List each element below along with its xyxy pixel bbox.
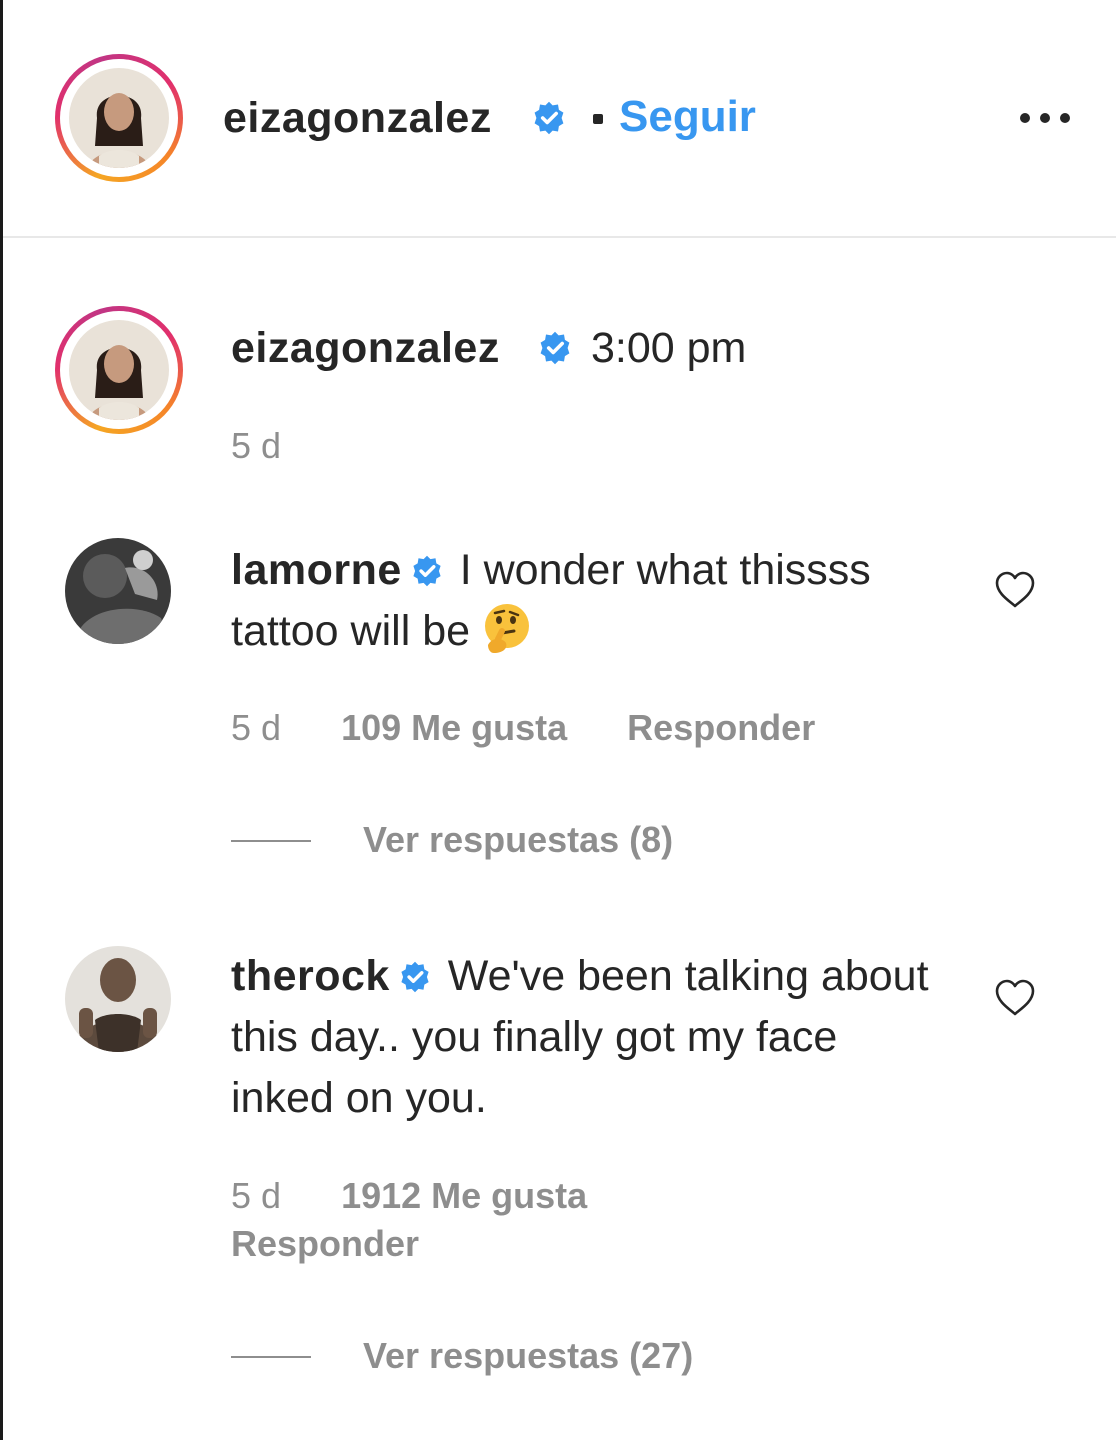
instagram-comments-panel: eizagonzalez Seguir eizagonzalez 3:00 pm… [0, 0, 1116, 1440]
replies-divider-line [231, 1356, 311, 1358]
commenter-avatar[interactable] [65, 538, 171, 644]
like-heart-icon[interactable] [993, 978, 1037, 1018]
replies-divider-line [231, 840, 311, 842]
thinking-face-emoji-icon [485, 604, 530, 653]
comment-username[interactable]: lamorne [231, 546, 402, 594]
commenter-avatar[interactable] [65, 946, 171, 1052]
like-heart-icon[interactable] [993, 570, 1037, 610]
caption-text: 3:00 pm [591, 324, 747, 372]
post-header: eizagonzalez Seguir [3, 0, 1116, 238]
comment-content: therock We've been talking about this da… [231, 946, 931, 1129]
verified-badge-icon [413, 555, 441, 587]
separator-dot [593, 114, 603, 124]
comment-meta: 5 d 1912 Me gusta [231, 1174, 587, 1218]
comment-content: lamorne I wonder what thissss tattoo wil… [231, 540, 931, 662]
verified-badge-icon [534, 101, 564, 135]
comment-timestamp[interactable]: 5 d [231, 707, 281, 748]
verified-badge-icon [540, 331, 570, 365]
comment-likes-count[interactable]: 109 Me gusta [341, 707, 567, 748]
view-replies-label[interactable]: Ver respuestas (8) [363, 818, 673, 862]
author-avatar-image [69, 68, 169, 168]
reply-button[interactable]: Responder [627, 707, 815, 748]
view-replies-label[interactable]: Ver respuestas (27) [363, 1334, 693, 1378]
comment-meta: 5 d 109 Me gusta Responder [231, 706, 815, 750]
follow-button[interactable]: Seguir [619, 90, 756, 144]
comment-likes-count[interactable]: 1912 Me gusta [341, 1175, 587, 1216]
comment-timestamp[interactable]: 5 d [231, 1175, 281, 1216]
author-avatar[interactable] [55, 54, 183, 182]
more-options-icon[interactable] [1015, 108, 1075, 128]
header-username[interactable]: eizagonzalez [223, 92, 492, 144]
caption-avatar[interactable] [55, 306, 183, 434]
verified-badge-icon [401, 961, 429, 993]
caption-avatar-image [69, 320, 169, 420]
caption-username[interactable]: eizagonzalez [231, 322, 500, 374]
reply-button[interactable]: Responder [231, 1223, 419, 1264]
caption-timestamp[interactable]: 5 d [231, 424, 281, 468]
comment-meta-reply: Responder [231, 1222, 419, 1266]
comment-username[interactable]: therock [231, 952, 390, 1000]
